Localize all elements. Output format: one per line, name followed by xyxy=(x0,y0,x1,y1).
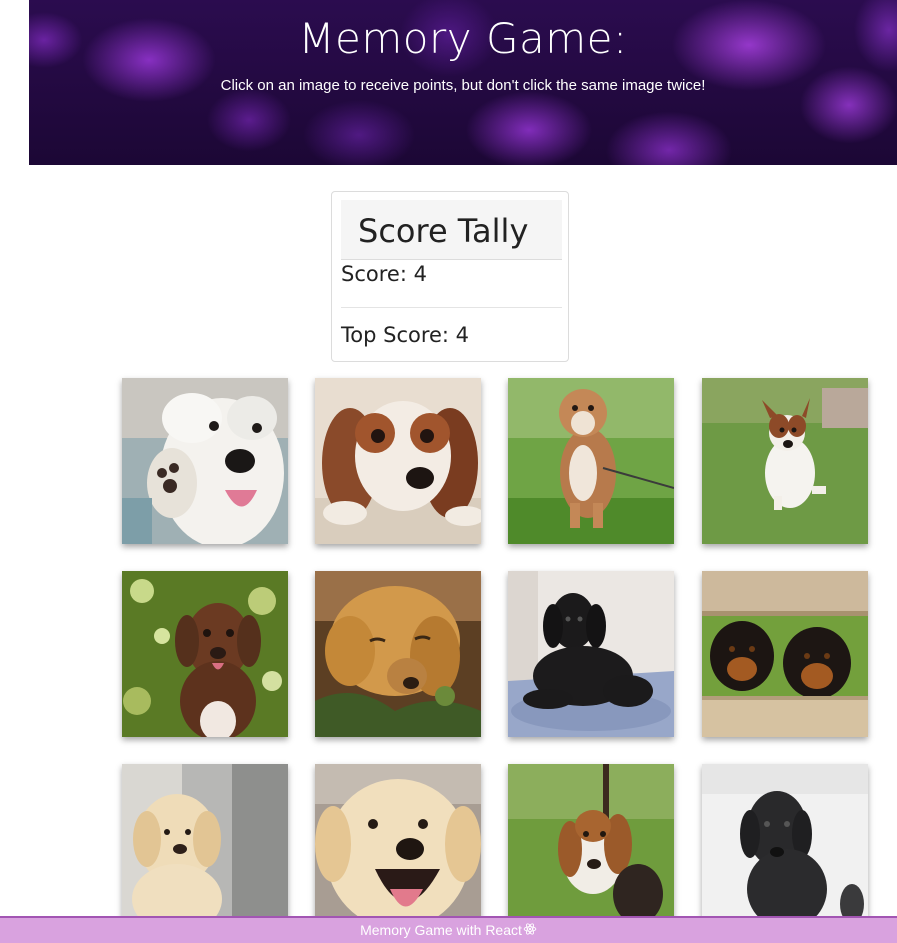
beagle-puppy-card[interactable] xyxy=(508,764,674,930)
black-lab-puppy-card[interactable] xyxy=(508,571,674,737)
score-card: Score Tally Score: 4 Top Score: 4 xyxy=(331,191,569,362)
golden-retriever-puppy-card[interactable] xyxy=(315,571,481,737)
brown-lab-puppy-card[interactable] xyxy=(122,571,288,737)
jack-russell-puppy-image xyxy=(702,378,868,544)
footer: Memory Game with React xyxy=(0,916,897,943)
bulldog-puppy-image xyxy=(508,378,674,544)
score-divider xyxy=(341,307,562,308)
cream-lab-puppy-card[interactable] xyxy=(122,764,288,930)
white-terrier-puppy-image xyxy=(122,378,288,544)
page: Memory Game: Click on an image to receiv… xyxy=(0,0,897,943)
cream-lab-puppy-image xyxy=(122,764,288,930)
black-puppy-image xyxy=(702,764,868,930)
jack-russell-puppy-card[interactable] xyxy=(702,378,868,544)
rottweiler-puppies-card[interactable] xyxy=(702,571,868,737)
smiling-golden-puppy-card[interactable] xyxy=(315,764,481,930)
black-lab-puppy-image xyxy=(508,571,674,737)
top-score: Top Score: 4 xyxy=(341,323,470,347)
current-score: Score: 4 xyxy=(341,262,427,286)
header-banner: Memory Game: Click on an image to receiv… xyxy=(29,0,897,165)
cavalier-spaniel-puppy-image xyxy=(315,378,481,544)
score-card-header: Score Tally xyxy=(341,200,562,260)
golden-retriever-puppy-image xyxy=(315,571,481,737)
score-card-title: Score Tally xyxy=(358,212,529,250)
cavalier-spaniel-puppy-card[interactable] xyxy=(315,378,481,544)
white-terrier-puppy-card[interactable] xyxy=(122,378,288,544)
rottweiler-puppies-image xyxy=(702,571,868,737)
instructions-text: Click on an image to receive points, but… xyxy=(220,77,706,94)
beagle-puppy-image xyxy=(508,764,674,930)
brown-lab-puppy-image xyxy=(122,571,288,737)
black-puppy-card[interactable] xyxy=(702,764,868,930)
page-title: Memory Game: xyxy=(298,14,628,63)
smiling-golden-puppy-image xyxy=(315,764,481,930)
react-icon xyxy=(523,919,537,943)
footer-text: Memory Game with React xyxy=(360,922,522,938)
bulldog-puppy-card[interactable] xyxy=(508,378,674,544)
